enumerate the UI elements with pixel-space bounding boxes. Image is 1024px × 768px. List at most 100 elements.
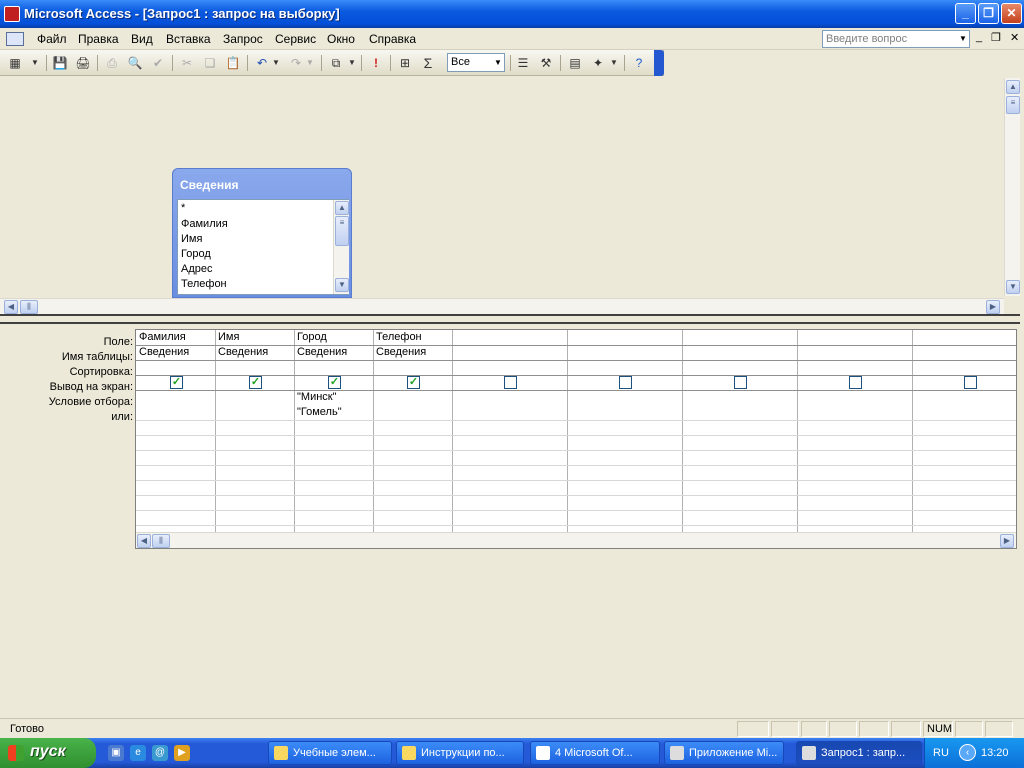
- grid-cell-table[interactable]: [797, 346, 912, 360]
- show-checkbox[interactable]: ✓: [249, 376, 262, 389]
- grid-cell-criteria[interactable]: [136, 391, 215, 405]
- doc-restore-button[interactable]: ❐: [991, 31, 1001, 44]
- grid-cell-table[interactable]: [567, 346, 682, 360]
- grid-cell-sort[interactable]: [452, 361, 567, 375]
- chevron-down-icon[interactable]: ▼: [957, 31, 969, 47]
- chevron-left-icon[interactable]: ‹: [959, 744, 976, 761]
- show-checkbox[interactable]: [734, 376, 747, 389]
- task-button-active[interactable]: Запрос1 : запр...: [796, 741, 922, 765]
- scroll-up-icon[interactable]: ▲: [335, 201, 349, 215]
- grid-cell-or[interactable]: [452, 406, 567, 420]
- task-button-group[interactable]: 4 Microsoft Of...: [530, 741, 660, 765]
- grid-cell-or[interactable]: [567, 406, 682, 420]
- grid-cell-sort[interactable]: [682, 361, 797, 375]
- field-item[interactable]: Адрес: [181, 263, 213, 275]
- save-icon[interactable]: 💾: [51, 54, 69, 72]
- grid-cell-field[interactable]: Фамилия: [136, 331, 215, 345]
- totals-icon[interactable]: Σ: [419, 54, 437, 72]
- grid-cell-field[interactable]: [682, 331, 797, 345]
- grid-cell-field[interactable]: [452, 331, 567, 345]
- grid-cell-field[interactable]: Телефон: [373, 331, 452, 345]
- show-table-icon[interactable]: ⊞: [396, 54, 414, 72]
- outlook-express-icon[interactable]: @: [152, 745, 168, 761]
- run-icon[interactable]: !: [367, 54, 385, 72]
- scroll-thumb[interactable]: ⫼: [152, 534, 170, 548]
- show-desktop-icon[interactable]: ▣: [108, 745, 124, 761]
- upper-horizontal-scrollbar[interactable]: ◀ ⫼ ▶: [0, 298, 1004, 314]
- scroll-left-icon[interactable]: ◀: [4, 300, 18, 314]
- grid-cell-table[interactable]: Сведения: [294, 346, 373, 360]
- close-button[interactable]: ✕: [1001, 3, 1022, 24]
- minimize-button[interactable]: _: [955, 3, 976, 24]
- grid-cell-or[interactable]: [797, 406, 912, 420]
- access-app-icon[interactable]: [4, 6, 20, 22]
- grid-horizontal-scrollbar[interactable]: ◀ ⫼ ▶: [136, 532, 1016, 548]
- grid-cell-or[interactable]: [682, 406, 797, 420]
- chevron-down-icon[interactable]: ▼: [609, 54, 619, 72]
- maximize-button[interactable]: ❐: [978, 3, 999, 24]
- grid-cell-table[interactable]: [452, 346, 567, 360]
- scroll-thumb[interactable]: ⫼: [20, 300, 38, 314]
- task-button[interactable]: Инструкции по...: [396, 741, 524, 765]
- grid-cell-sort[interactable]: [373, 361, 452, 375]
- query-type-icon[interactable]: ⧉: [327, 54, 345, 72]
- doc-close-button[interactable]: ✕: [1010, 31, 1019, 44]
- help-icon[interactable]: ?: [630, 54, 648, 72]
- grid-cell-table[interactable]: Сведения: [136, 346, 215, 360]
- document-icon[interactable]: [6, 32, 24, 46]
- chevron-down-icon[interactable]: ▼: [492, 54, 504, 71]
- new-object-icon[interactable]: ✦: [589, 54, 607, 72]
- grid-cell-criteria[interactable]: [912, 391, 1024, 405]
- menu-query[interactable]: Запрос: [223, 32, 263, 46]
- menu-help[interactable]: Справка: [369, 32, 416, 46]
- media-player-icon[interactable]: ▶: [174, 745, 190, 761]
- scroll-right-icon[interactable]: ▶: [1000, 534, 1014, 548]
- field-item[interactable]: Телефон: [181, 278, 227, 290]
- print-preview-icon[interactable]: 🖨: [74, 54, 92, 72]
- properties-icon[interactable]: ☰: [514, 54, 532, 72]
- grid-cell-sort[interactable]: [912, 361, 1024, 375]
- chevron-down-icon[interactable]: ▼: [271, 54, 281, 72]
- show-checkbox[interactable]: ✓: [328, 376, 341, 389]
- field-list-scrollbar[interactable]: ▲ ≡ ▼: [333, 200, 349, 294]
- grid-cell-sort[interactable]: [567, 361, 682, 375]
- scroll-down-icon[interactable]: ▼: [335, 278, 349, 292]
- menu-view[interactable]: Вид: [131, 32, 153, 46]
- grid-cell-table[interactable]: Сведения: [373, 346, 452, 360]
- grid-cell-criteria[interactable]: [215, 391, 294, 405]
- grid-cell-criteria[interactable]: [797, 391, 912, 405]
- top-values-combo[interactable]: Все ▼: [447, 53, 505, 72]
- field-item[interactable]: Имя: [181, 233, 202, 245]
- chevron-down-icon[interactable]: ▼: [30, 54, 40, 72]
- view-icon[interactable]: ▦: [6, 54, 24, 72]
- undo-icon[interactable]: ↶: [253, 54, 271, 72]
- grid-cell-sort[interactable]: [215, 361, 294, 375]
- task-button[interactable]: Учебные элем...: [268, 741, 392, 765]
- scroll-down-icon[interactable]: ▼: [1006, 280, 1020, 294]
- grid-cell-field[interactable]: Имя: [215, 331, 294, 345]
- doc-minimize-button[interactable]: _: [976, 31, 982, 43]
- grid-cell-or[interactable]: [912, 406, 1024, 420]
- field-item[interactable]: Город: [181, 248, 211, 260]
- pane-splitter[interactable]: [0, 314, 1020, 324]
- grid-cell-sort[interactable]: [294, 361, 373, 375]
- toolbar-options-button[interactable]: [654, 50, 664, 76]
- grid-cell-or[interactable]: [215, 406, 294, 420]
- menu-edit[interactable]: Правка: [78, 32, 119, 46]
- chevron-down-icon[interactable]: ▼: [347, 54, 357, 72]
- grid-cell-field[interactable]: [912, 331, 1024, 345]
- query-design-grid[interactable]: Фамилия Сведения ✓ Имя Сведения ✓ Город Сведени…: [135, 329, 1017, 549]
- table-field-list[interactable]: Сведения * Фамилия Имя Город Адрес Телеф…: [172, 168, 352, 298]
- grid-cell-criteria[interactable]: "Минск": [294, 391, 373, 405]
- show-checkbox[interactable]: [964, 376, 977, 389]
- show-checkbox[interactable]: [504, 376, 517, 389]
- chevron-down-icon[interactable]: ▼: [305, 54, 315, 72]
- language-indicator[interactable]: RU: [933, 747, 949, 759]
- grid-cell-criteria[interactable]: [373, 391, 452, 405]
- copy-icon[interactable]: ❏: [201, 54, 219, 72]
- grid-cell-criteria[interactable]: [567, 391, 682, 405]
- task-button[interactable]: Приложение Mi...: [664, 741, 784, 765]
- spelling-icon[interactable]: ✔: [149, 54, 167, 72]
- print-icon[interactable]: ⎙: [103, 54, 121, 72]
- show-checkbox[interactable]: [849, 376, 862, 389]
